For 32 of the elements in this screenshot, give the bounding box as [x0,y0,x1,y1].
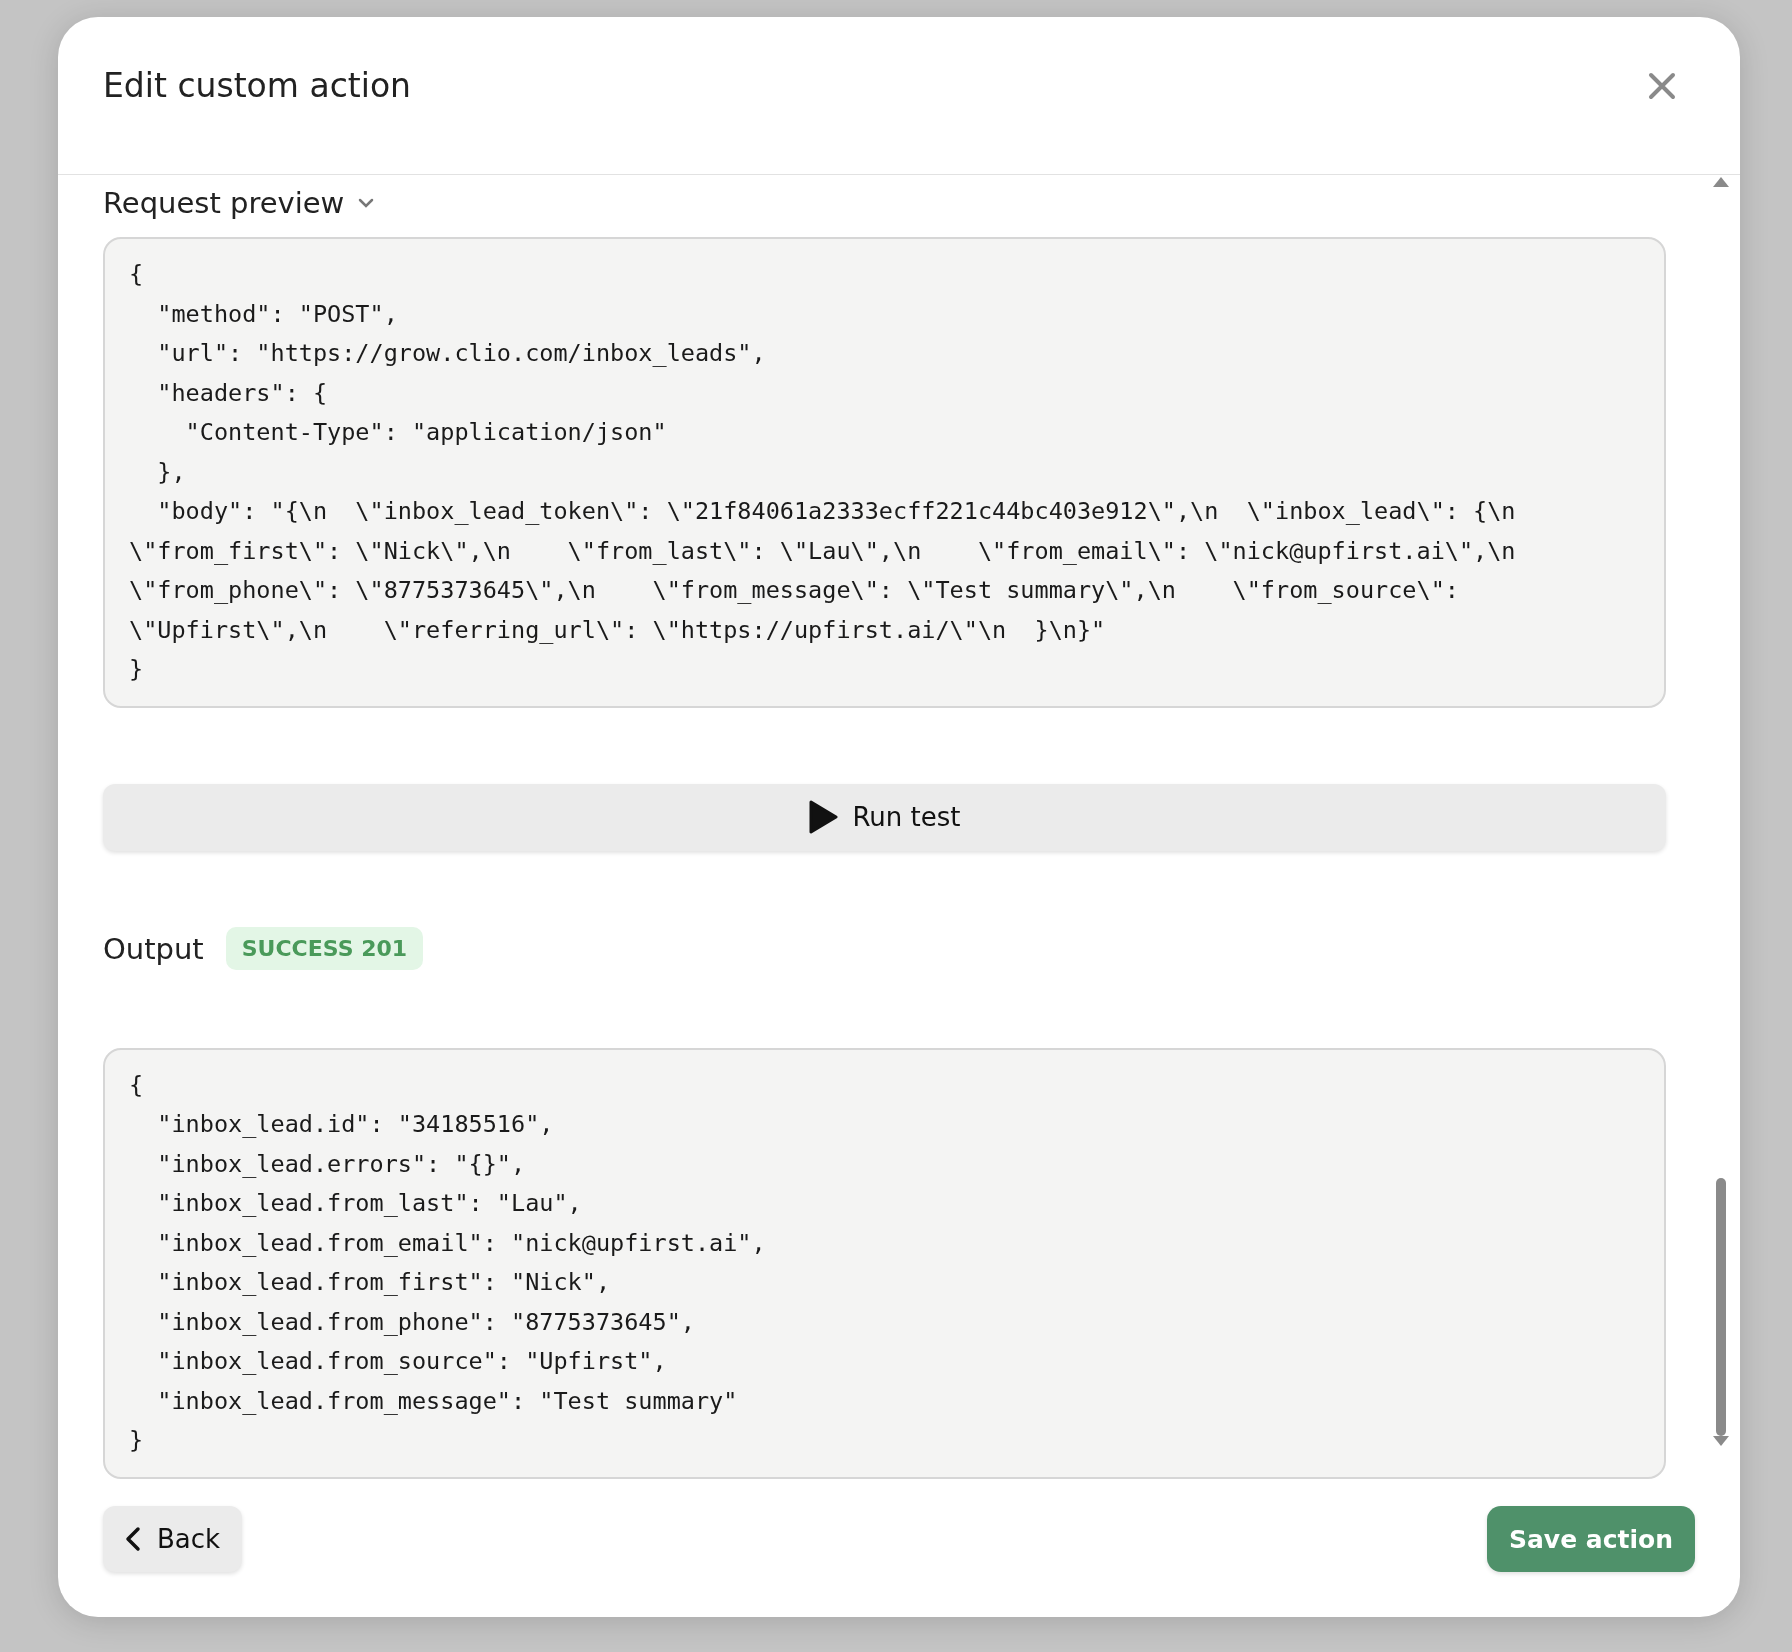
close-icon[interactable] [1648,71,1676,100]
code-line: "Content-Type": "application/json" [184,417,668,448]
section-heading: Output [103,931,204,966]
status-badge: SUCCESS 201 [225,927,424,970]
code-line: "inbox_lead.id": "34185516", [156,1109,555,1140]
code-line: "method": "POST", [156,298,399,330]
save-action-button[interactable]: Save action [1487,1506,1695,1572]
code-line: "inbox_lead.from_message": "Test summary" [156,1385,739,1417]
run-test-button[interactable]: Run test [103,783,1666,851]
code-line: }, [156,456,187,488]
code-line: { [129,1069,145,1101]
code-line: "body": "{\n \"inbox_lead_token\": \"21f84061a2333ecff221c44bc403e912\",\n \"inbox_lead\": {\n [156,496,1517,527]
back-button[interactable]: Back [103,1506,243,1572]
chevron-left-icon [125,1526,141,1552]
dialog-title: Edit custom action [103,66,411,105]
code-line: "inbox_lead.errors": "{}", [156,1148,527,1180]
code-line: } [129,1425,145,1456]
code-line: "inbox_lead.from_source": "Upfirst", [156,1346,668,1377]
code-line: "inbox_lead.from_phone": "8775373645", [156,1306,696,1338]
section-heading[interactable]: Request preview [103,186,345,220]
code-line: "headers": { [156,377,329,409]
code-line: \"from_phone\": \"8775373645\",\n \"from_message\": \"Test summary\",\n \"from_source\": [129,575,1460,606]
code-line: "url": "https://grow.clio.com/inbox_leads", [156,338,767,369]
code-line: \"Upfirst\",\n \"referring_url\": \"https://upfirst.ai/\"\n }\n}" [129,614,1107,646]
code-line: "inbox_lead.from_email": "nick@upfirst.ai", [156,1227,767,1259]
chevron-icon[interactable] [358,198,375,208]
code-line: { [129,259,145,290]
code-line: } [129,654,145,685]
play-icon [808,800,839,834]
code-line: "inbox_lead.from_first": "Nick", [156,1267,612,1298]
code-line: \"from_first\": \"Nick\",\n \"from_last\": \"Lau\",\n \"from_email\": \"nick@upfirst.ai\",\n [129,535,1517,567]
code-line: "inbox_lead.from_last": "Lau", [156,1188,583,1219]
